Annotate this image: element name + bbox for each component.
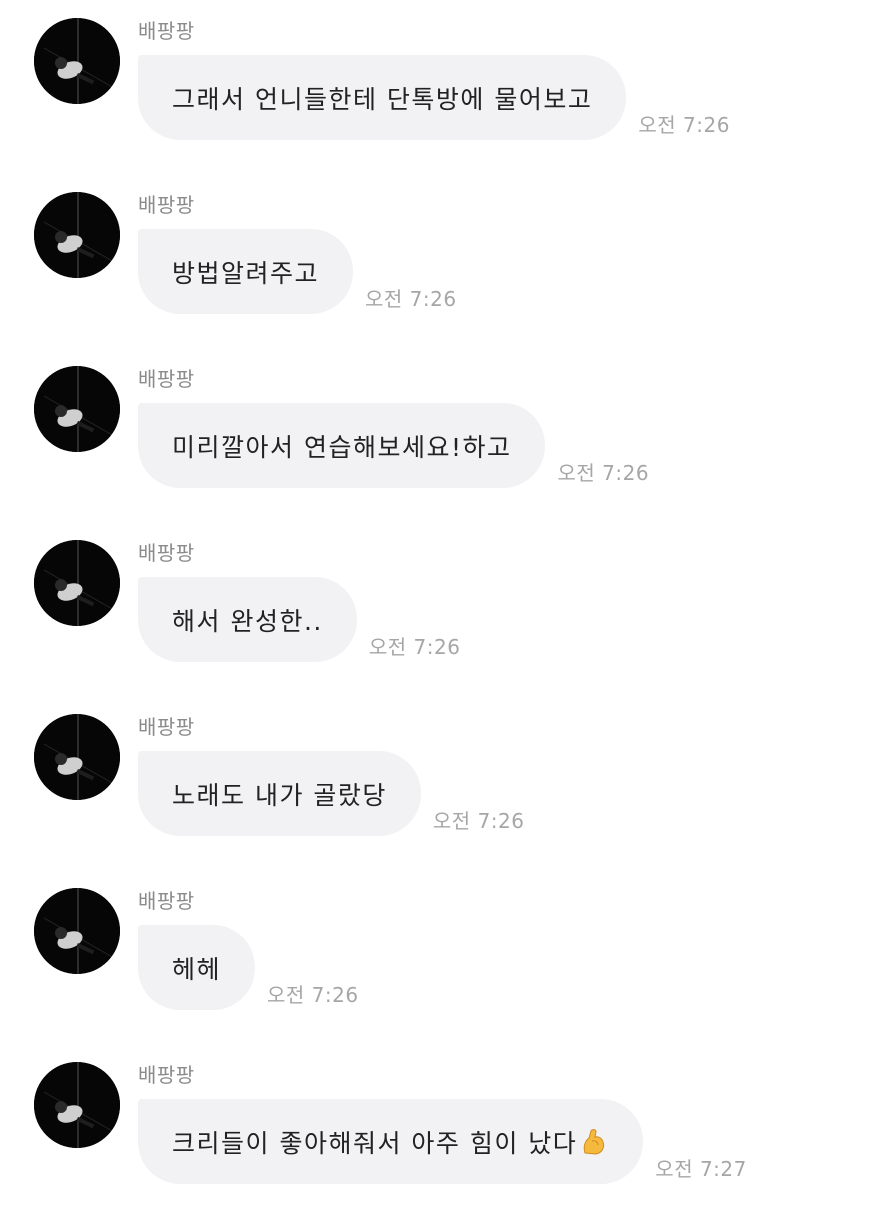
sender-name: 배팡팡 bbox=[138, 1063, 195, 1087]
message-time: 오전 7:26 bbox=[432, 809, 525, 833]
message-time: 오전 7:26 bbox=[267, 983, 359, 1007]
sender-name: 배팡팡 bbox=[138, 715, 195, 739]
message-time: 오전 7:26 bbox=[557, 461, 650, 485]
sender-name: 배팡팡 bbox=[138, 19, 195, 43]
avatar[interactable] bbox=[34, 192, 120, 278]
message-item: 배팡팡 노래도 내가 골랐당 오전 7:26 bbox=[0, 696, 884, 870]
avatar[interactable] bbox=[34, 18, 120, 104]
message-bubble[interactable]: 크리들이 좋아해줘서 아주 힘이 났다 bbox=[138, 1099, 644, 1184]
message-text: 방법알려주고 bbox=[172, 258, 320, 288]
message-time: 오전 7:27 bbox=[655, 1157, 747, 1181]
message-bubble[interactable]: 그래서 언니들한테 단톡방에 물어보고 bbox=[138, 55, 627, 140]
message-bubble[interactable]: 방법알려주고 bbox=[138, 229, 354, 314]
message-text: 해서 완성한.. bbox=[172, 606, 323, 636]
message-text: 그래서 언니들한테 단톡방에 물어보고 bbox=[172, 84, 593, 114]
chat-message-list[interactable]: 배팡팡 그래서 언니들한테 단톡방에 물어보고 오전 7:26 배팡팡 방법알려… bbox=[0, 0, 884, 1200]
message-bubble[interactable]: 해서 완성한.. bbox=[138, 577, 357, 662]
message-text: 미리깔아서 연습해보세요!하고 bbox=[172, 432, 512, 462]
message-item: 배팡팡 미리깔아서 연습해보세요!하고 오전 7:26 bbox=[0, 348, 884, 522]
message-item: 배팡팡 그래서 언니들한테 단톡방에 물어보고 오전 7:26 bbox=[0, 0, 884, 174]
message-item: 배팡팡 방법알려주고 오전 7:26 bbox=[0, 174, 884, 348]
sender-name: 배팡팡 bbox=[138, 541, 195, 565]
message-bubble[interactable]: 헤헤 bbox=[138, 925, 256, 1010]
message-bubble[interactable]: 미리깔아서 연습해보세요!하고 bbox=[138, 403, 546, 488]
message-time: 오전 7:26 bbox=[638, 113, 730, 137]
message-item: 배팡팡 헤헤 오전 7:26 bbox=[0, 870, 884, 1044]
message-item: 배팡팡 해서 완성한.. 오전 7:26 bbox=[0, 522, 884, 696]
avatar[interactable] bbox=[34, 1062, 120, 1148]
message-time: 오전 7:26 bbox=[365, 287, 457, 311]
avatar[interactable] bbox=[34, 714, 120, 800]
sender-name: 배팡팡 bbox=[138, 193, 195, 217]
avatar[interactable] bbox=[34, 540, 120, 626]
avatar[interactable] bbox=[34, 888, 120, 974]
message-item: 배팡팡 크리들이 좋아해줘서 아주 힘이 났다 오전 7:27 bbox=[0, 1044, 884, 1218]
sender-name: 배팡팡 bbox=[138, 367, 195, 391]
message-bubble[interactable]: 노래도 내가 골랐당 bbox=[138, 751, 421, 836]
flexed-biceps-icon bbox=[579, 1127, 609, 1157]
sender-name: 배팡팡 bbox=[138, 889, 195, 913]
message-text: 크리들이 좋아해줘서 아주 힘이 났다 bbox=[172, 1128, 578, 1158]
message-text: 헤헤 bbox=[172, 954, 222, 984]
message-time: 오전 7:26 bbox=[368, 635, 461, 659]
avatar[interactable] bbox=[34, 366, 120, 452]
message-text: 노래도 내가 골랐당 bbox=[172, 780, 387, 810]
